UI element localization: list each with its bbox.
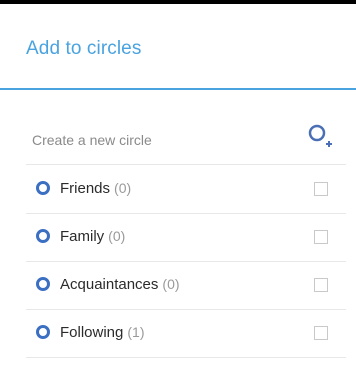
add-circle-icon[interactable] — [306, 122, 334, 150]
circle-row-friends[interactable]: Friends (0) — [26, 165, 346, 214]
circle-ring-icon — [36, 325, 50, 339]
circle-count: (0) — [114, 180, 132, 196]
circle-name: Acquaintances — [60, 276, 159, 293]
add-to-circles-dialog: Add to circles Create a new circle Frien… — [0, 4, 356, 385]
dialog-title: Add to circles — [26, 38, 142, 59]
circle-row-family[interactable]: Family (0) — [26, 213, 346, 262]
circle-ring-icon — [36, 277, 50, 291]
circle-count: (0) — [108, 228, 126, 244]
circle-checkbox[interactable] — [314, 278, 328, 292]
header-divider — [0, 88, 356, 90]
circle-label: Acquaintances (0) — [60, 276, 180, 293]
create-new-circle-row[interactable]: Create a new circle — [26, 118, 346, 165]
circle-name: Family — [60, 228, 105, 245]
circle-row-following[interactable]: Following (1) — [26, 309, 346, 358]
circle-count: (1) — [127, 324, 145, 340]
circle-label: Family (0) — [60, 228, 125, 245]
circle-checkbox[interactable] — [314, 230, 328, 244]
circle-count: (0) — [162, 276, 180, 292]
circle-ring-icon — [36, 181, 50, 195]
circle-label: Friends (0) — [60, 180, 131, 197]
circle-name: Friends — [60, 180, 111, 197]
circle-row-acquaintances[interactable]: Acquaintances (0) — [26, 261, 346, 310]
circle-label: Following (1) — [60, 324, 145, 341]
circle-ring-icon — [36, 229, 50, 243]
circle-checkbox[interactable] — [314, 182, 328, 196]
circle-name: Following — [60, 324, 124, 341]
circle-checkbox[interactable] — [314, 326, 328, 340]
create-new-circle-label: Create a new circle — [32, 132, 152, 148]
dialog-header: Add to circles — [0, 4, 356, 90]
